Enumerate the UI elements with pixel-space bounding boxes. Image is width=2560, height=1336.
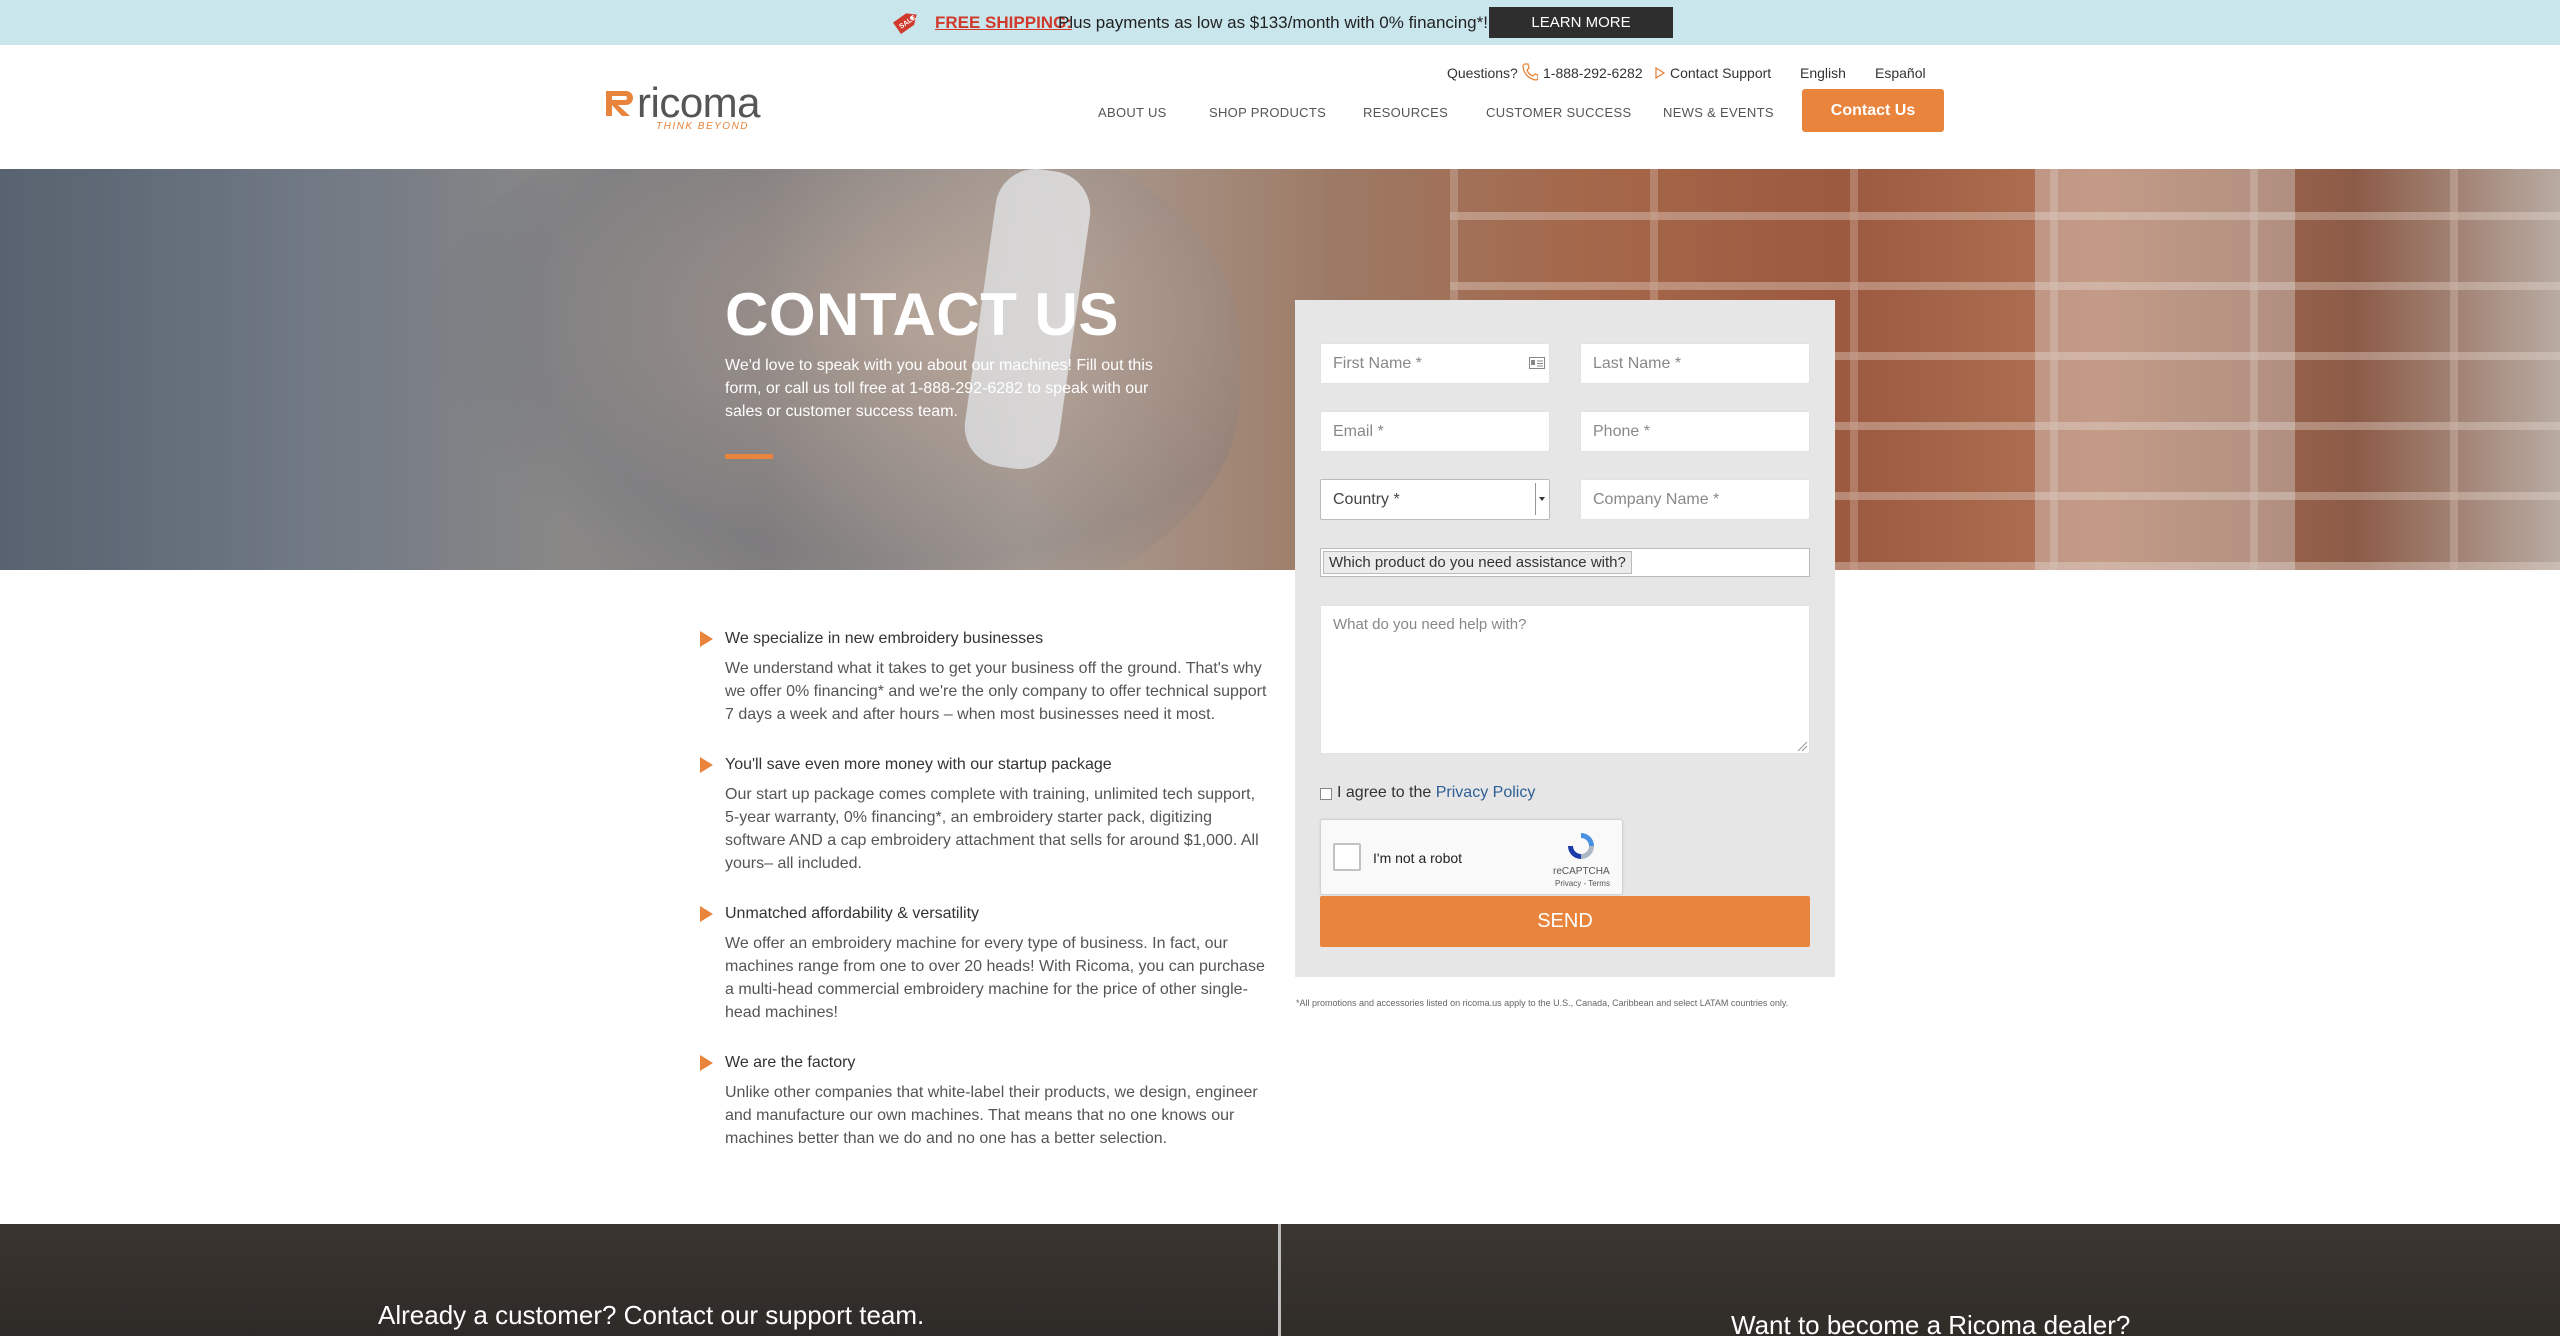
- recaptcha-label: I'm not a robot: [1373, 850, 1463, 866]
- feature-title: Unmatched affordability & versatility: [725, 905, 980, 922]
- nav-customer-success[interactable]: CUSTOMER SUCCESS: [1486, 105, 1631, 120]
- product-select[interactable]: Which product do you need assistance wit…: [1320, 548, 1810, 577]
- language-english-link[interactable]: English: [1800, 65, 1846, 81]
- feature-body: We understand what it takes to get your …: [725, 660, 1267, 723]
- send-button[interactable]: SEND: [1320, 896, 1810, 947]
- feature-body: Unlike other companies that white-label …: [725, 1084, 1258, 1147]
- product-select-label: Which product do you need assistance wit…: [1323, 551, 1632, 574]
- dealer-cta-heading: Want to become a Ricoma dealer?: [1731, 1310, 2131, 1336]
- agree-text: I agree to the: [1337, 784, 1432, 801]
- contact-support-link[interactable]: Contact Support: [1670, 65, 1771, 81]
- feature-title: You'll save even more money with our sta…: [725, 756, 1112, 773]
- nav-news-events[interactable]: NEWS & EVENTS: [1663, 105, 1774, 120]
- hero-window: [2035, 169, 2295, 570]
- last-name-field[interactable]: Last Name *: [1580, 343, 1810, 384]
- company-name-field[interactable]: Company Name *: [1580, 479, 1810, 520]
- learn-more-button[interactable]: LEARN MORE: [1489, 7, 1673, 38]
- recaptcha-terms-link[interactable]: Privacy - Terms: [1555, 879, 1610, 888]
- logo-wordmark: ricoma: [637, 79, 761, 126]
- hero-subtitle: We'd love to speak with you about our ma…: [725, 357, 1153, 420]
- site-header: ricoma THINK BEYOND Questions? 1-888-292…: [0, 45, 2560, 169]
- bullet-arrow-icon: [700, 757, 713, 773]
- country-select[interactable]: Country *: [1320, 479, 1550, 520]
- contact-card-icon: [1529, 357, 1545, 369]
- questions-label: Questions?: [1447, 65, 1518, 81]
- recaptcha-widget: I'm not a robot reCAPTCHA Privacy - Term…: [1320, 819, 1623, 895]
- feature-body: We offer an embroidery machine for every…: [725, 935, 1265, 1021]
- nav-about-us[interactable]: ABOUT US: [1098, 105, 1167, 120]
- promo-bar: SALE FREE SHIPPING: Plus payments as low…: [0, 0, 2560, 45]
- email-field[interactable]: Email *: [1320, 411, 1550, 452]
- logo-tagline: THINK BEYOND: [656, 121, 750, 132]
- ricoma-logo-mark-icon: [606, 91, 633, 116]
- contact-us-button[interactable]: Contact Us: [1802, 89, 1944, 132]
- privacy-agree-label: I agree to the Privacy Policy: [1337, 784, 1535, 802]
- feature-title: We specialize in new embroidery business…: [725, 630, 1044, 647]
- privacy-policy-link[interactable]: Privacy Policy: [1436, 784, 1536, 801]
- resize-grip-icon[interactable]: [1796, 740, 1808, 752]
- phone-number-link[interactable]: 1-888-292-6282: [1543, 65, 1643, 81]
- bullet-arrow-icon: [700, 906, 713, 922]
- bullet-arrow-icon: [700, 631, 713, 647]
- promo-text: Plus payments as low as $133/month with …: [1058, 13, 1488, 32]
- feature-body: Our start up package comes complete with…: [725, 786, 1259, 872]
- sale-tag-icon: SALE: [892, 13, 918, 35]
- bullet-arrow-icon: [700, 1055, 713, 1071]
- recaptcha-checkbox[interactable]: [1333, 843, 1361, 871]
- support-cta-heading: Already a customer? Contact our support …: [378, 1300, 925, 1330]
- chevron-down-icon[interactable]: [1535, 483, 1548, 515]
- recaptcha-logo-icon: [1568, 833, 1594, 859]
- free-shipping-link[interactable]: FREE SHIPPING:: [935, 13, 1072, 33]
- play-arrow-icon: [1655, 67, 1665, 79]
- privacy-agree-checkbox[interactable]: [1320, 788, 1332, 800]
- promotion-disclaimer: *All promotions and accessories listed o…: [1296, 998, 1789, 1008]
- recaptcha-brand: reCAPTCHA: [1553, 866, 1610, 877]
- hero-accent-bar: [725, 454, 773, 459]
- feature-title: We are the factory: [725, 1054, 856, 1071]
- page-title: CONTACT US: [725, 281, 1119, 348]
- first-name-field[interactable]: First Name *: [1320, 343, 1550, 384]
- ricoma-logo[interactable]: ricoma THINK BEYOND: [604, 79, 769, 135]
- phone-field[interactable]: Phone *: [1580, 411, 1810, 452]
- nav-resources[interactable]: RESOURCES: [1363, 105, 1448, 120]
- phone-icon: [1522, 63, 1538, 81]
- language-espanol-link[interactable]: Español: [1875, 65, 1926, 81]
- hero-banner: [0, 169, 2560, 570]
- nav-shop-products[interactable]: SHOP PRODUCTS: [1209, 105, 1326, 120]
- message-textarea[interactable]: What do you need help with?: [1320, 605, 1810, 754]
